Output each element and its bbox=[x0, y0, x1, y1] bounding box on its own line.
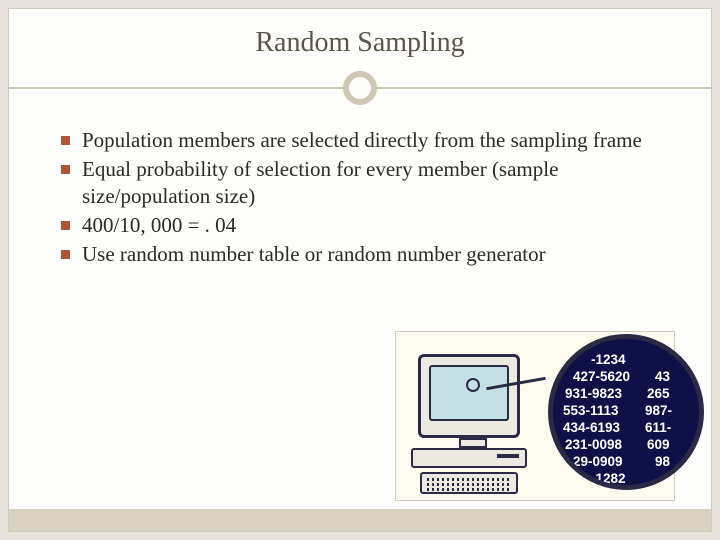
magnifier-row: 931-9823 265 bbox=[561, 385, 691, 402]
monitor-stand-icon bbox=[459, 438, 487, 448]
magnifier-cell: -1282 bbox=[591, 470, 673, 487]
drive-icon bbox=[497, 454, 519, 458]
magnifier-cell: 43 bbox=[655, 368, 670, 385]
magnifier-row: -1282 bbox=[561, 470, 691, 487]
magnifier-icon: -1234 427-5620 43 931-9823 265 553-1113 … bbox=[548, 334, 704, 490]
illustration: -1234 427-5620 43 931-9823 265 553-1113 … bbox=[395, 331, 675, 501]
computer-base-icon bbox=[411, 448, 527, 468]
magnifier-cell: 553-1113 bbox=[563, 402, 645, 419]
magnifier-cell: 98 bbox=[655, 453, 670, 470]
magnifier-row: 553-1113 987- bbox=[561, 402, 691, 419]
screen-icon bbox=[429, 365, 509, 421]
bullet-text: Use random number table or random number… bbox=[82, 241, 546, 268]
bullet-item: Equal probability of selection for every… bbox=[61, 156, 673, 210]
magnifier-row: 231-0098 609 bbox=[561, 436, 691, 453]
key-row-icon bbox=[427, 483, 511, 486]
bullet-item: Use random number table or random number… bbox=[61, 241, 673, 268]
slide: Random Sampling Population members are s… bbox=[8, 8, 712, 532]
bullet-marker-icon bbox=[61, 250, 70, 259]
bullet-text: 400/10, 000 = . 04 bbox=[82, 212, 236, 239]
magnifier-cell: 611- bbox=[645, 419, 671, 436]
magnifier-cell: 931-9823 bbox=[565, 385, 647, 402]
pointer-dot-icon bbox=[466, 378, 480, 392]
magnifier-cell: 265 bbox=[647, 385, 670, 402]
bullet-list: Population members are selected directly… bbox=[9, 127, 711, 267]
bullet-item: 400/10, 000 = . 04 bbox=[61, 212, 673, 239]
magnifier-cell: 427-5620 bbox=[573, 368, 655, 385]
footer-band bbox=[9, 509, 711, 531]
monitor-icon bbox=[418, 354, 520, 438]
key-row-icon bbox=[427, 488, 511, 491]
magnifier-row: -1234 bbox=[561, 351, 691, 368]
bullet-text: Population members are selected directly… bbox=[82, 127, 642, 154]
magnifier-row: 427-5620 43 bbox=[561, 368, 691, 385]
bullet-text: Equal probability of selection for every… bbox=[82, 156, 673, 210]
keyboard-icon bbox=[420, 472, 518, 494]
magnifier-cell: -1234 bbox=[591, 351, 673, 368]
bullet-marker-icon bbox=[61, 165, 70, 174]
bullet-item: Population members are selected directly… bbox=[61, 127, 673, 154]
computer-icon bbox=[418, 354, 527, 494]
magnifier-cell: 987- bbox=[645, 402, 672, 419]
magnifier-cell: 231-0098 bbox=[565, 436, 647, 453]
slide-title: Random Sampling bbox=[9, 9, 711, 71]
magnifier-row: 434-6193 611- bbox=[561, 419, 691, 436]
magnifier-cell: 434-6193 bbox=[563, 419, 645, 436]
magnifier-row: 29-0909 98 bbox=[561, 453, 691, 470]
bullet-marker-icon bbox=[61, 221, 70, 230]
title-divider bbox=[9, 71, 711, 105]
bullet-marker-icon bbox=[61, 136, 70, 145]
key-row-icon bbox=[427, 478, 511, 481]
divider-circle-icon bbox=[343, 71, 377, 105]
magnifier-cell: 29-0909 bbox=[573, 453, 655, 470]
magnifier-cell: 609 bbox=[647, 436, 670, 453]
